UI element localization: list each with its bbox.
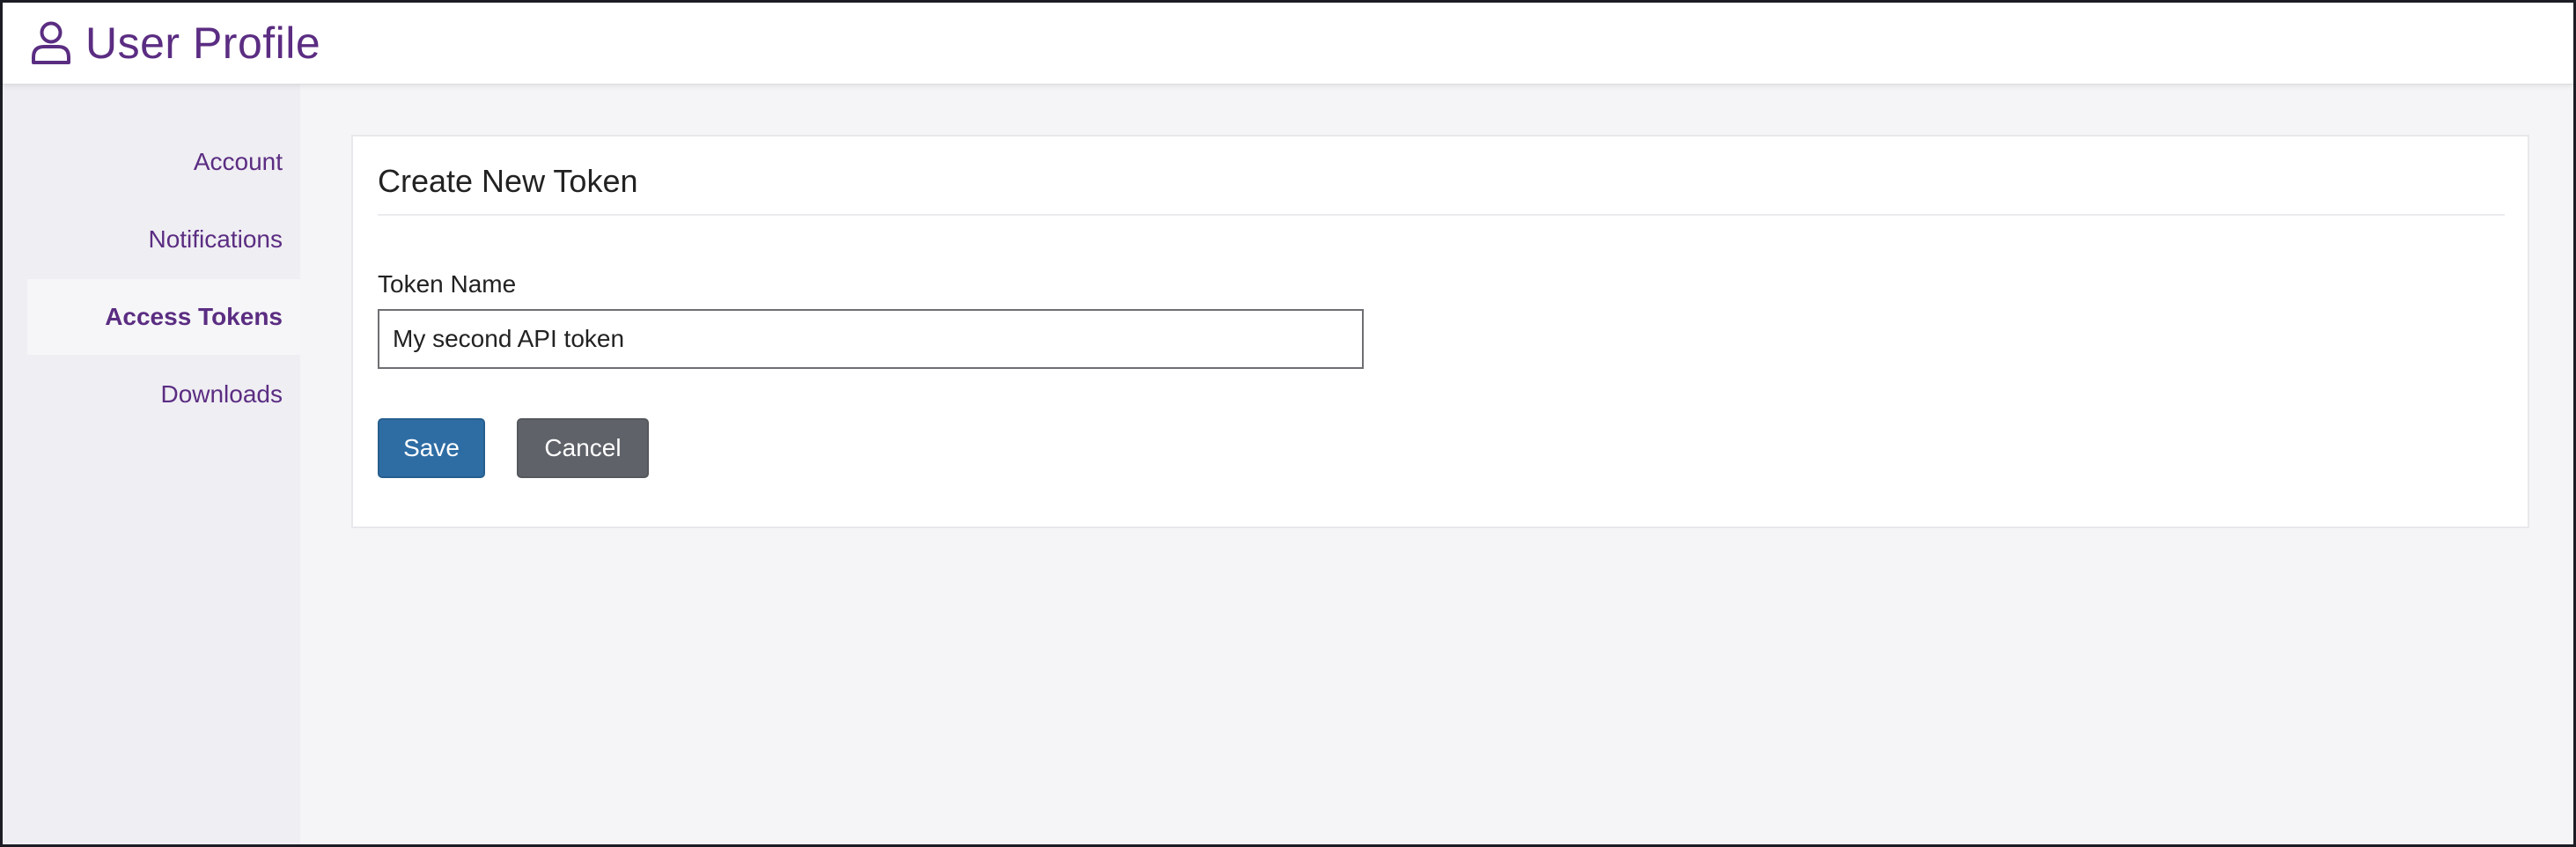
sidebar-item-label: Access Tokens [105, 303, 283, 330]
page-title: User Profile [85, 18, 321, 68]
token-name-input[interactable] [378, 309, 1364, 369]
sidebar-item-label: Downloads [160, 380, 283, 408]
sidebar-item-downloads[interactable]: Downloads [27, 357, 300, 432]
create-token-card: Create New Token Token Name Save Cancel [351, 135, 2529, 528]
sidebar-item-notifications[interactable]: Notifications [27, 202, 300, 277]
sidebar-item-label: Account [193, 148, 283, 175]
sidebar-item-label: Notifications [148, 225, 283, 253]
cancel-button[interactable]: Cancel [517, 418, 649, 478]
page-header: User Profile [3, 3, 2573, 85]
user-icon [32, 21, 70, 64]
token-name-label: Token Name [378, 270, 517, 298]
sidebar-nav: Account Notifications Access Tokens Down… [3, 85, 300, 844]
save-button[interactable]: Save [378, 418, 485, 478]
sidebar-item-account[interactable]: Account [27, 124, 300, 200]
card-title: Create New Token [378, 163, 638, 199]
app-window: User Profile Account Notifications Acces… [0, 0, 2576, 847]
sidebar-item-access-tokens[interactable]: Access Tokens [27, 279, 300, 355]
divider [378, 214, 2505, 216]
